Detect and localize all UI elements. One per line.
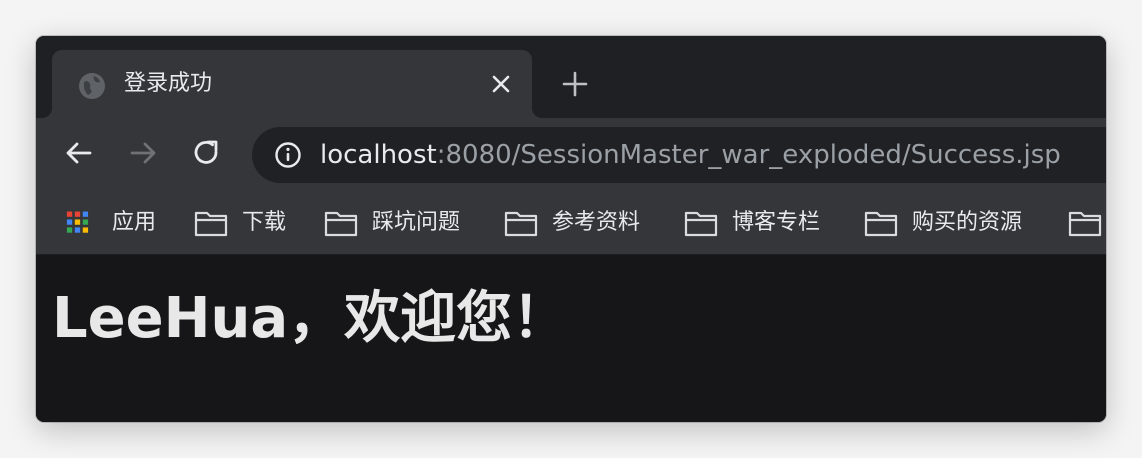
bookmarks-bar: 应用 下载 踩坑问题 参考资料 博客专栏 购买的资源 [36, 192, 1106, 255]
url-host: localhost [320, 140, 437, 170]
folder-icon [194, 211, 228, 237]
tab-active[interactable]: 登录成功 [42, 50, 542, 118]
address-bar[interactable]: localhost:8080/SessionMaster_war_explode… [252, 127, 1106, 183]
tab-strip: 登录成功 [36, 36, 1106, 118]
bookmark-label: 参考资料 [552, 210, 641, 235]
bookmark-label: 应用 [112, 210, 157, 235]
bookmark-label: 下载 [242, 210, 287, 235]
browser-window: 登录成功 localhost:8080/SessionMaster_war_ex… [36, 36, 1106, 422]
reload-icon[interactable] [192, 138, 222, 168]
welcome-heading: LeeHua，欢迎您！ [52, 286, 569, 351]
page-content: LeeHua，欢迎您！ [36, 255, 1106, 422]
new-tab-plus-icon[interactable] [562, 71, 588, 97]
bookmark-label: 踩坑问题 [372, 210, 461, 235]
apps-grid-icon [66, 211, 89, 233]
folder-icon [684, 211, 718, 237]
close-icon[interactable] [490, 73, 512, 95]
browser-toolbar: localhost:8080/SessionMaster_war_explode… [36, 118, 1106, 192]
folder-icon [864, 211, 898, 237]
tab-title: 登录成功 [124, 71, 213, 96]
bookmark-label: 博客专栏 [732, 210, 821, 235]
bookmark-label: 购买的资源 [912, 210, 1023, 235]
url-path: :8080/SessionMaster_war_exploded/Success… [436, 140, 1061, 170]
folder-icon [1068, 211, 1102, 237]
forward-arrow-icon[interactable] [128, 138, 158, 168]
folder-icon [504, 211, 538, 237]
globe-icon [79, 73, 105, 99]
url-text[interactable]: localhost:8080/SessionMaster_war_explode… [320, 139, 1061, 171]
folder-icon [324, 211, 358, 237]
info-icon[interactable] [274, 141, 302, 169]
back-arrow-icon[interactable] [64, 138, 94, 168]
